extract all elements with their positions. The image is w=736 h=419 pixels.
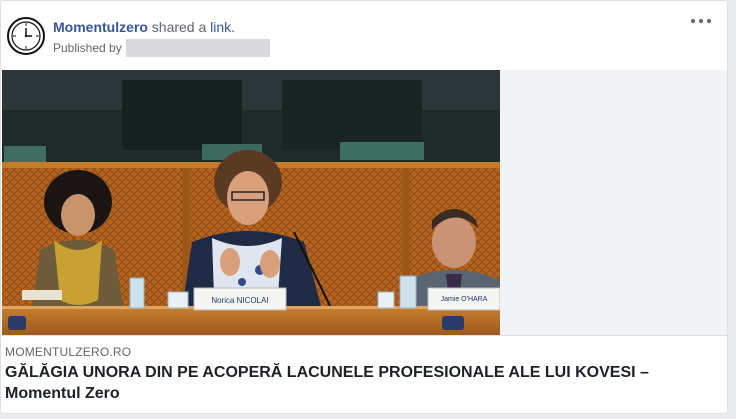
page-avatar[interactable] <box>7 17 45 55</box>
link-title-line2: Momentul Zero <box>5 385 120 402</box>
link-domain: MOMENTULZERO.RO <box>5 345 132 359</box>
redacted-publisher-name <box>126 39 270 57</box>
more-options-icon[interactable] <box>691 15 713 27</box>
post-header: Momentulzero shared a link. Published by <box>1 1 727 67</box>
share-verb: shared a <box>151 19 207 35</box>
right-nameplate: Jamie O'HARA <box>441 296 488 303</box>
clock-icon <box>11 21 41 51</box>
post-card: Momentulzero shared a link. Published by <box>0 0 728 414</box>
published-by-label: Published by <box>53 41 122 55</box>
post-attribution: Momentulzero shared a link. <box>53 19 235 35</box>
link-title-line1: GĂLĂGIA UNORA DIN PE ACOPERĂ LACUNELE PR… <box>5 364 649 381</box>
link-preview-media[interactable]: Norica NICOLAI Jamie O'HARA <box>2 70 727 335</box>
link-preview-caption[interactable]: MOMENTULZERO.RO GĂLĂGIA UNORA DIN PE ACO… <box>1 336 727 413</box>
page-name-link[interactable]: Momentulzero <box>53 19 148 35</box>
shared-link-word[interactable]: link. <box>210 19 235 35</box>
conference-photo: Norica NICOLAI Jamie O'HARA <box>2 70 500 335</box>
center-nameplate: Norica NICOLAI <box>211 296 268 305</box>
link-title[interactable]: GĂLĂGIA UNORA DIN PE ACOPERĂ LACUNELE PR… <box>5 362 705 404</box>
link-preview-photo[interactable]: Norica NICOLAI Jamie O'HARA <box>2 70 500 335</box>
